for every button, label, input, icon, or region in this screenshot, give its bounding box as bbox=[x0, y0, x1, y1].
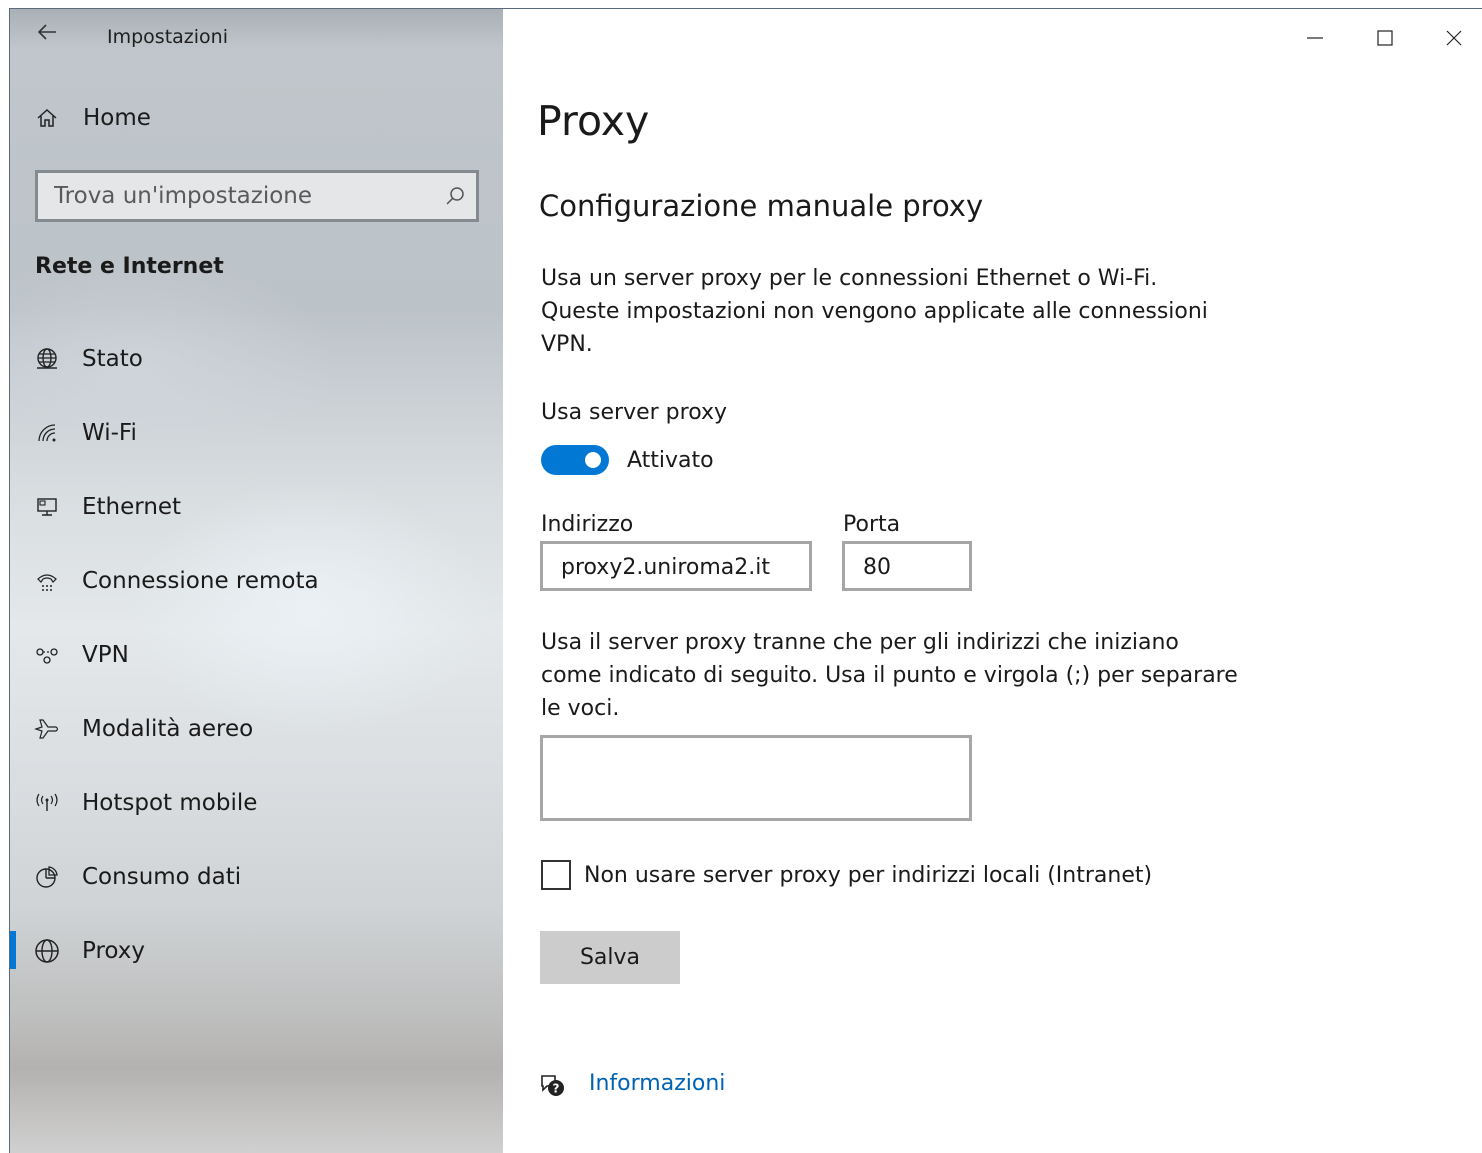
sidebar-item-label: VPN bbox=[82, 642, 129, 668]
proxy-description: Usa un server proxy per le connessioni E… bbox=[541, 266, 1208, 357]
back-button[interactable] bbox=[36, 21, 58, 43]
app-title: Impostazioni bbox=[107, 26, 228, 48]
selection-indicator bbox=[10, 931, 16, 969]
sidebar-item-label: Wi-Fi bbox=[82, 420, 137, 446]
globe-icon bbox=[34, 938, 60, 964]
address-label: Indirizzo bbox=[541, 512, 634, 537]
minimize-icon bbox=[1307, 37, 1323, 39]
back-arrow-icon bbox=[37, 24, 56, 40]
sidebar-item-label: Modalità aereo bbox=[82, 716, 254, 742]
airplane-icon bbox=[34, 716, 60, 742]
sidebar-item-airplane[interactable]: Modalità aereo bbox=[34, 709, 253, 749]
sidebar-item-home[interactable]: Home bbox=[34, 105, 151, 131]
use-proxy-toggle[interactable] bbox=[541, 445, 609, 475]
sidebar-item-dialup[interactable]: Connessione remota bbox=[34, 561, 319, 601]
close-button[interactable] bbox=[1439, 23, 1469, 53]
sidebar-item-label: Consumo dati bbox=[82, 864, 242, 890]
hotspot-icon bbox=[34, 790, 60, 816]
exceptions-field[interactable] bbox=[540, 735, 972, 821]
data-usage-icon bbox=[34, 864, 60, 890]
local-addresses-label: Non usare server proxy per indirizzi loc… bbox=[584, 863, 1153, 888]
sidebar-item-ethernet[interactable]: Ethernet bbox=[34, 487, 181, 527]
section-title: Rete e Internet bbox=[35, 254, 224, 279]
sidebar-item-hotspot[interactable]: Hotspot mobile bbox=[34, 783, 257, 823]
exceptions-description: Usa il server proxy tranne che per gli i… bbox=[541, 630, 1238, 721]
sidebar-item-proxy[interactable]: Proxy bbox=[34, 931, 145, 971]
port-label: Porta bbox=[843, 512, 901, 537]
maximize-button[interactable] bbox=[1370, 23, 1400, 53]
sidebar: Impostazioni Home Rete e Internet Stato bbox=[10, 9, 503, 1153]
sidebar-item-stato[interactable]: Stato bbox=[34, 339, 143, 379]
sidebar-item-label: Hotspot mobile bbox=[82, 790, 258, 816]
sidebar-item-label: Stato bbox=[82, 346, 143, 372]
maximize-icon bbox=[1377, 30, 1393, 46]
use-proxy-label: Usa server proxy bbox=[541, 400, 728, 425]
vpn-icon bbox=[34, 642, 60, 668]
wifi-icon bbox=[34, 420, 60, 446]
settings-window: Impostazioni Home Rete e Internet Stato bbox=[9, 8, 1482, 1153]
search-input[interactable] bbox=[54, 173, 434, 219]
minimize-button[interactable] bbox=[1300, 23, 1330, 53]
toggle-state-label: Attivato bbox=[627, 448, 714, 473]
port-field[interactable] bbox=[842, 541, 972, 591]
dialup-icon bbox=[34, 568, 60, 594]
save-button[interactable]: Salva bbox=[540, 931, 680, 984]
sidebar-item-label: Home bbox=[83, 105, 151, 131]
ethernet-icon bbox=[34, 494, 60, 520]
toggle-knob bbox=[585, 452, 601, 468]
local-addresses-checkbox[interactable] bbox=[541, 860, 571, 890]
address-field[interactable] bbox=[540, 541, 812, 591]
exceptions-input[interactable] bbox=[555, 746, 955, 810]
page-title: Proxy bbox=[537, 97, 650, 145]
help-chat-icon: ? bbox=[538, 1072, 566, 1100]
port-input[interactable] bbox=[863, 554, 963, 580]
close-icon bbox=[1446, 30, 1462, 46]
address-input[interactable] bbox=[561, 554, 801, 580]
search-box[interactable] bbox=[35, 170, 479, 222]
globe-status-icon bbox=[34, 346, 60, 372]
home-icon bbox=[34, 105, 60, 131]
svg-text:?: ? bbox=[553, 1082, 560, 1096]
sidebar-item-label: Proxy bbox=[82, 938, 146, 964]
sidebar-item-wifi[interactable]: Wi-Fi bbox=[34, 413, 137, 453]
sidebar-item-data-usage[interactable]: Consumo dati bbox=[34, 857, 241, 897]
search-icon[interactable] bbox=[444, 185, 466, 207]
sidebar-item-label: Ethernet bbox=[82, 494, 182, 520]
section-subtitle: Configurazione manuale proxy bbox=[539, 189, 984, 223]
info-link[interactable]: Informazioni bbox=[589, 1071, 725, 1096]
sidebar-item-vpn[interactable]: VPN bbox=[34, 635, 129, 675]
sidebar-item-label: Connessione remota bbox=[82, 568, 319, 594]
